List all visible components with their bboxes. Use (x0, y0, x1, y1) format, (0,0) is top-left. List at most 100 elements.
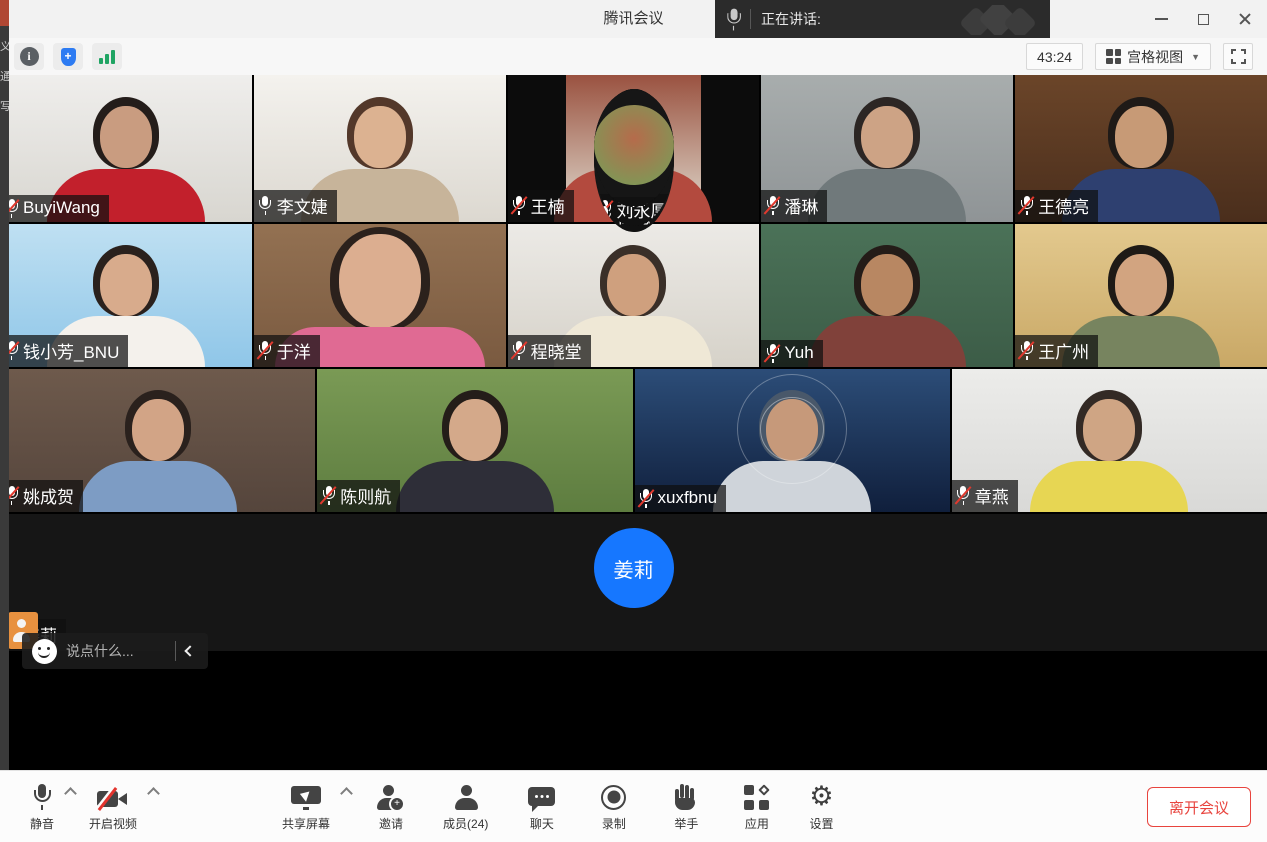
participant-tile[interactable]: xuxfbnu (635, 369, 950, 512)
gear-icon: ⚙ (809, 784, 833, 810)
meeting-info-button[interactable]: i (14, 43, 44, 70)
participant-tile[interactable]: 姜莉姜莉 (0, 514, 1267, 651)
participant-name-label: 陈则航 (317, 480, 400, 512)
close-button[interactable] (1229, 3, 1261, 35)
apps-icon (744, 785, 769, 810)
participant-tile[interactable]: 李文婕 (254, 75, 506, 222)
participant-tile[interactable]: LuoSQ (594, 90, 674, 207)
signal-bars-icon (99, 50, 115, 64)
invite-button[interactable]: 邀请 (377, 782, 405, 832)
chat-input[interactable]: 说点什么... (66, 641, 134, 661)
participant-name-label: 章燕 (952, 480, 1018, 512)
meeting-timer: 43:24 (1026, 43, 1083, 70)
participant-name: 钱小芳_BNU (23, 338, 119, 363)
mic-muted-icon (513, 196, 526, 215)
divider (750, 9, 751, 29)
background-window-text: 义 通 写 (0, 32, 9, 122)
mic-muted-icon (1020, 196, 1033, 215)
mic-muted-icon (640, 489, 653, 508)
participant-tile[interactable]: 程晓堂 (508, 224, 760, 367)
chevron-down-icon: ▼ (1191, 52, 1200, 62)
participant-name: 李文婕 (277, 193, 328, 218)
mic-muted-icon (1020, 341, 1033, 360)
chat-button[interactable]: 聊天 (528, 782, 555, 832)
mic-muted-icon (599, 201, 612, 208)
security-button[interactable]: + (53, 43, 83, 70)
participant-name-label: Yuh (761, 340, 822, 367)
title-bar: 腾讯会议 正在讲话: (0, 0, 1267, 38)
network-quality-button[interactable] (92, 43, 122, 70)
mic-muted-icon (259, 341, 272, 360)
participant-name: 于洋 (277, 338, 311, 363)
participant-name-label: 于洋 (254, 335, 320, 367)
mute-options-chevron[interactable] (64, 787, 77, 800)
mic-muted-icon (322, 486, 335, 505)
apps-button[interactable]: 应用 (744, 782, 769, 832)
view-mode-dropdown[interactable]: 宫格视图 ▼ (1095, 43, 1211, 70)
status-bar: i + 43:24 宫格视图 ▼ (0, 38, 1267, 75)
participant-name-label: 姚成贺 (0, 480, 83, 512)
participant-tile[interactable]: 王德亮 (1015, 75, 1267, 222)
video-options-chevron[interactable] (147, 787, 160, 800)
participant-name-label: 李文婕 (254, 190, 337, 222)
grid-row-2: 钱小芳_BNU 于洋 程晓堂 Yuh 王广州 (0, 224, 1267, 367)
mic-on-icon (259, 196, 272, 215)
participant-tile[interactable]: 于洋 (254, 224, 506, 367)
participant-name-label: 潘琳 (761, 190, 827, 222)
chat-icon (528, 787, 555, 806)
speaking-label: 正在讲话: (761, 9, 821, 29)
fullscreen-icon (1231, 49, 1246, 64)
fullscreen-button[interactable] (1223, 43, 1253, 70)
raise-hand-icon (675, 784, 698, 810)
divider (175, 641, 176, 661)
mic-muted-icon (513, 341, 526, 360)
participant-name-label: 钱小芳_BNU (0, 335, 128, 367)
mic-muted-icon (766, 344, 779, 363)
participant-tile[interactable]: 章燕 (952, 369, 1267, 512)
quick-chat-bar: 说点什么... (22, 633, 208, 669)
collapse-chat-icon[interactable] (184, 645, 195, 656)
participant-tile[interactable]: 潘琳 (761, 75, 1013, 222)
minimize-button[interactable] (1145, 3, 1177, 35)
participant-name-label: LuoSQ (594, 197, 671, 207)
participant-name: 章燕 (975, 483, 1009, 508)
speaking-mic-icon (726, 8, 741, 30)
background-window-accent (0, 0, 9, 26)
participant-name-label: xuxfbnu (635, 485, 727, 512)
shield-plus-icon: + (61, 48, 76, 66)
members-button[interactable]: 成员(24) (443, 782, 488, 832)
participant-tile[interactable]: Yuh (761, 224, 1013, 367)
mute-button[interactable]: 静音 (30, 782, 54, 832)
share-options-chevron[interactable] (340, 787, 353, 800)
participant-tile[interactable]: 王广州 (1015, 224, 1267, 367)
participant-tile[interactable]: 陈则航 (317, 369, 632, 512)
raise-hand-button[interactable]: 举手 (674, 782, 698, 832)
participant-name: LuoSQ (617, 200, 670, 207)
settings-button[interactable]: ⚙ 设置 (809, 782, 833, 832)
avatar (594, 105, 674, 185)
share-screen-button[interactable]: 共享屏幕 (282, 782, 330, 832)
mic-icon (34, 784, 51, 810)
start-video-button[interactable]: 开启视频 (89, 782, 137, 832)
speaking-banner: 正在讲话: (715, 0, 1050, 38)
maximize-button[interactable] (1187, 3, 1219, 35)
view-mode-label: 宫格视图 (1127, 47, 1183, 67)
participant-name: xuxfbnu (658, 488, 718, 508)
participant-name: 潘琳 (784, 193, 818, 218)
record-button[interactable]: 录制 (601, 782, 626, 832)
participant-name: Yuh (784, 343, 813, 363)
leave-meeting-button[interactable]: 离开会议 (1147, 787, 1251, 827)
participant-name: 王广州 (1038, 338, 1089, 363)
participant-name-label: 程晓堂 (508, 335, 591, 367)
participant-tile[interactable]: 姚成贺 (0, 369, 315, 512)
info-icon: i (20, 47, 39, 66)
participant-tile[interactable]: BuyiWang (0, 75, 252, 222)
emoji-icon[interactable] (32, 639, 57, 664)
participant-name-label: BuyiWang (0, 195, 109, 222)
participant-name: 王德亮 (1038, 193, 1089, 218)
share-screen-icon (291, 786, 321, 810)
participant-name: 姚成贺 (23, 483, 74, 508)
camera-off-icon (97, 788, 129, 810)
participant-name-label: 王楠 (508, 190, 574, 222)
participant-tile[interactable]: 钱小芳_BNU (0, 224, 252, 367)
